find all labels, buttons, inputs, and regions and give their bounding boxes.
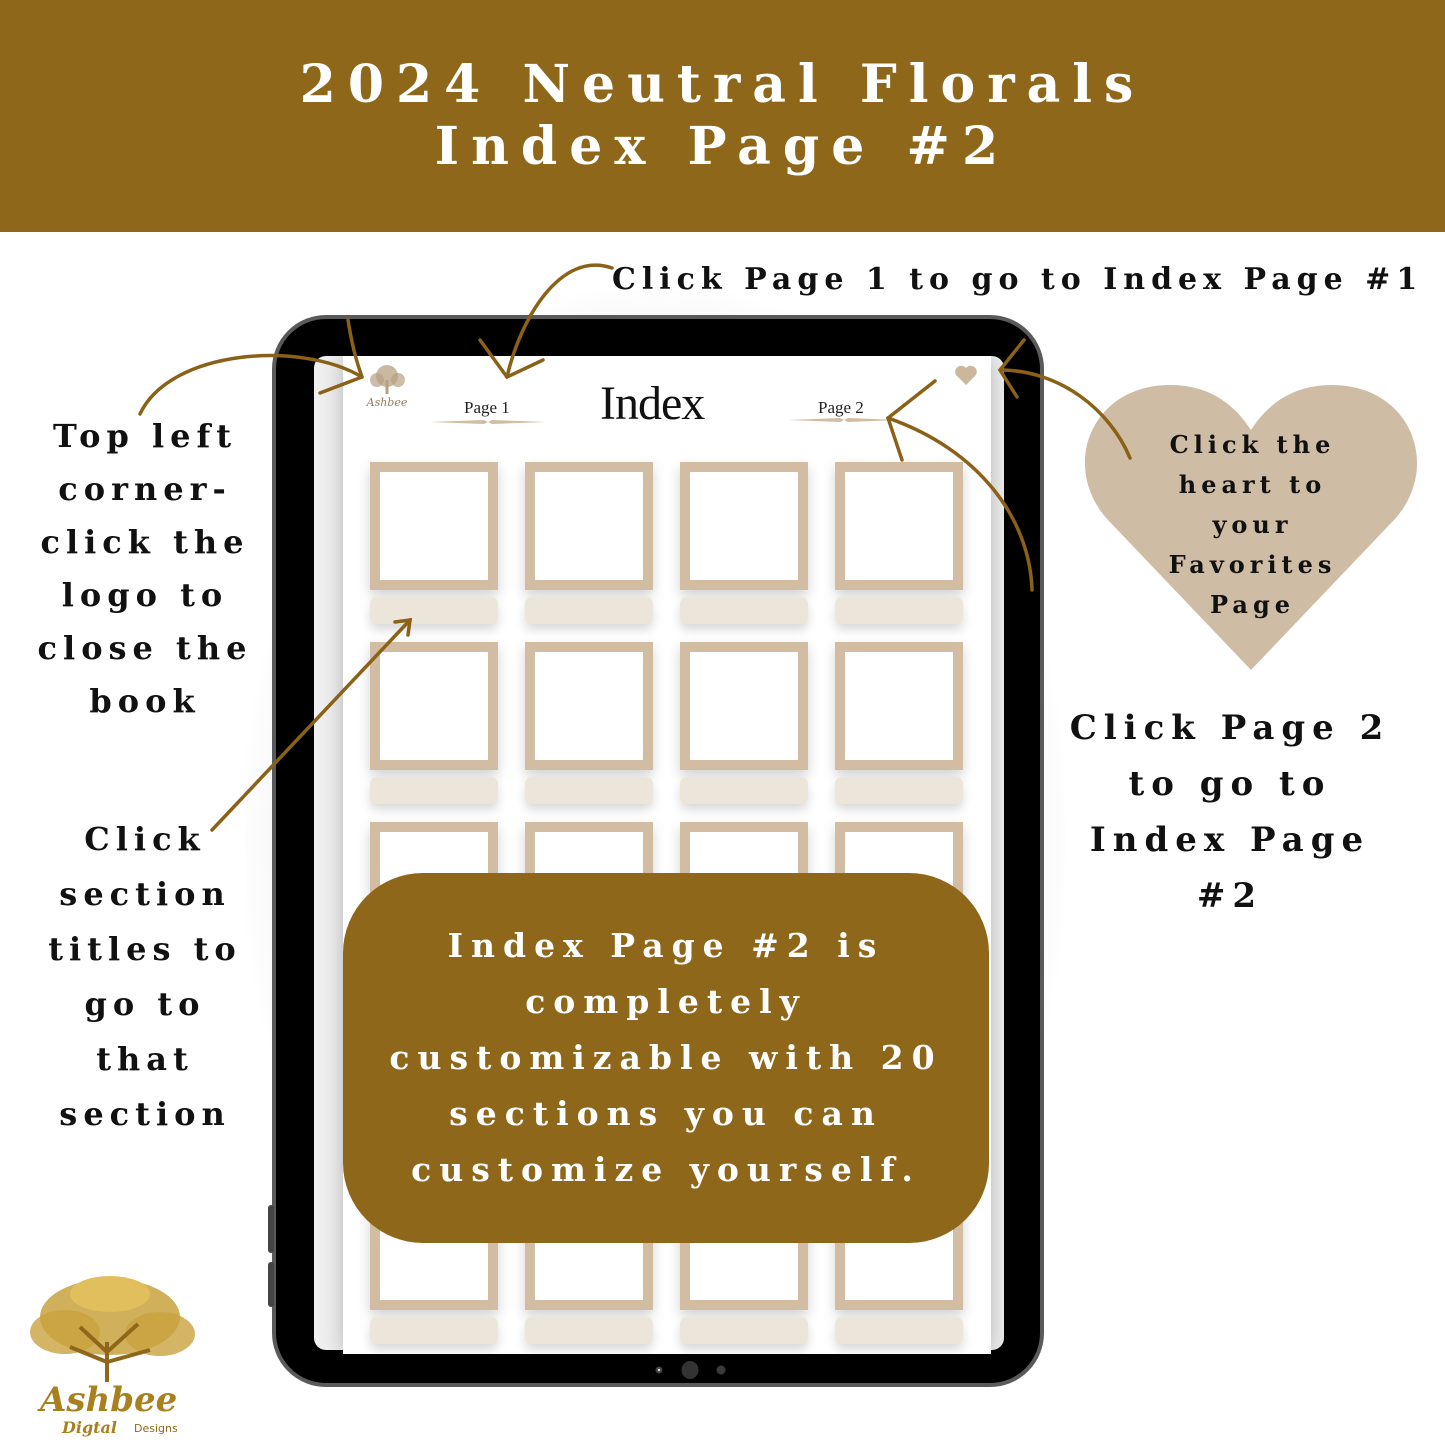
section-image-frame[interactable] bbox=[835, 462, 963, 590]
section-tile[interactable] bbox=[370, 642, 498, 804]
section-title-button[interactable] bbox=[370, 597, 498, 624]
section-image-frame[interactable] bbox=[525, 462, 653, 590]
section-tile[interactable] bbox=[835, 462, 963, 624]
section-image-frame[interactable] bbox=[525, 642, 653, 770]
section-title-button[interactable] bbox=[525, 1317, 653, 1344]
section-title-button[interactable] bbox=[835, 777, 963, 804]
banner-title-line-1: 2024 Neutral Florals bbox=[299, 54, 1146, 115]
logo-callout: Top left corner- click the logo to close… bbox=[37, 417, 253, 720]
section-title-button[interactable] bbox=[835, 1317, 963, 1344]
section-tile[interactable] bbox=[680, 462, 808, 624]
brand-tagline: Digtal bbox=[62, 1418, 117, 1437]
page-1-callout: Click Page 1 to go to Index Page #1 bbox=[612, 262, 1424, 297]
section-image-frame[interactable] bbox=[680, 462, 808, 590]
section-title-button[interactable] bbox=[525, 597, 653, 624]
section-titles-callout: Click section titles to go to that secti… bbox=[48, 820, 242, 1133]
section-image-frame[interactable] bbox=[370, 462, 498, 590]
section-tile[interactable] bbox=[525, 642, 653, 804]
tablet-camera-sensors bbox=[655, 1361, 726, 1379]
page-1-underline-divider bbox=[430, 420, 546, 424]
nav-page-1-link[interactable]: Page 1 bbox=[464, 398, 510, 418]
page-title: Index bbox=[600, 377, 705, 430]
favorites-heart-icon[interactable] bbox=[954, 364, 978, 386]
info-callout-box: Index Page #2 is completely customizable… bbox=[343, 873, 989, 1243]
section-title-button[interactable] bbox=[835, 597, 963, 624]
section-image-frame[interactable] bbox=[835, 642, 963, 770]
section-title-button[interactable] bbox=[525, 777, 653, 804]
info-callout-text: Index Page #2 is completely customizable… bbox=[389, 926, 943, 1189]
tablet-side-button bbox=[268, 1205, 274, 1253]
brand-name: Ashbee bbox=[40, 1380, 178, 1420]
section-image-frame[interactable] bbox=[680, 642, 808, 770]
title-banner: 2024 Neutral Florals Index Page #2 bbox=[0, 0, 1445, 232]
section-image-frame[interactable] bbox=[370, 642, 498, 770]
section-tile[interactable] bbox=[525, 462, 653, 624]
svg-text:Ashbee: Ashbee bbox=[366, 396, 408, 409]
section-title-button[interactable] bbox=[370, 777, 498, 804]
section-tile[interactable] bbox=[370, 462, 498, 624]
section-title-button[interactable] bbox=[680, 597, 808, 624]
page-2-callout: Click Page 2 to go to Index Page #2 bbox=[1069, 708, 1391, 916]
section-tile[interactable] bbox=[835, 642, 963, 804]
section-tile[interactable] bbox=[680, 642, 808, 804]
banner-title-line-2: Index Page #2 bbox=[434, 116, 1011, 177]
ashbee-logo-icon[interactable]: Ashbee bbox=[360, 362, 415, 412]
nav-page-2-link[interactable]: Page 2 bbox=[818, 398, 864, 418]
tablet-side-button bbox=[268, 1262, 274, 1307]
page-2-underline-divider bbox=[788, 418, 898, 422]
section-title-button[interactable] bbox=[680, 1317, 808, 1344]
brand-suffix: Designs bbox=[134, 1422, 178, 1435]
section-title-button[interactable] bbox=[370, 1317, 498, 1344]
heart-callout-text: Click the heart to your Favorites Page bbox=[1168, 430, 1337, 619]
section-title-button[interactable] bbox=[680, 777, 808, 804]
